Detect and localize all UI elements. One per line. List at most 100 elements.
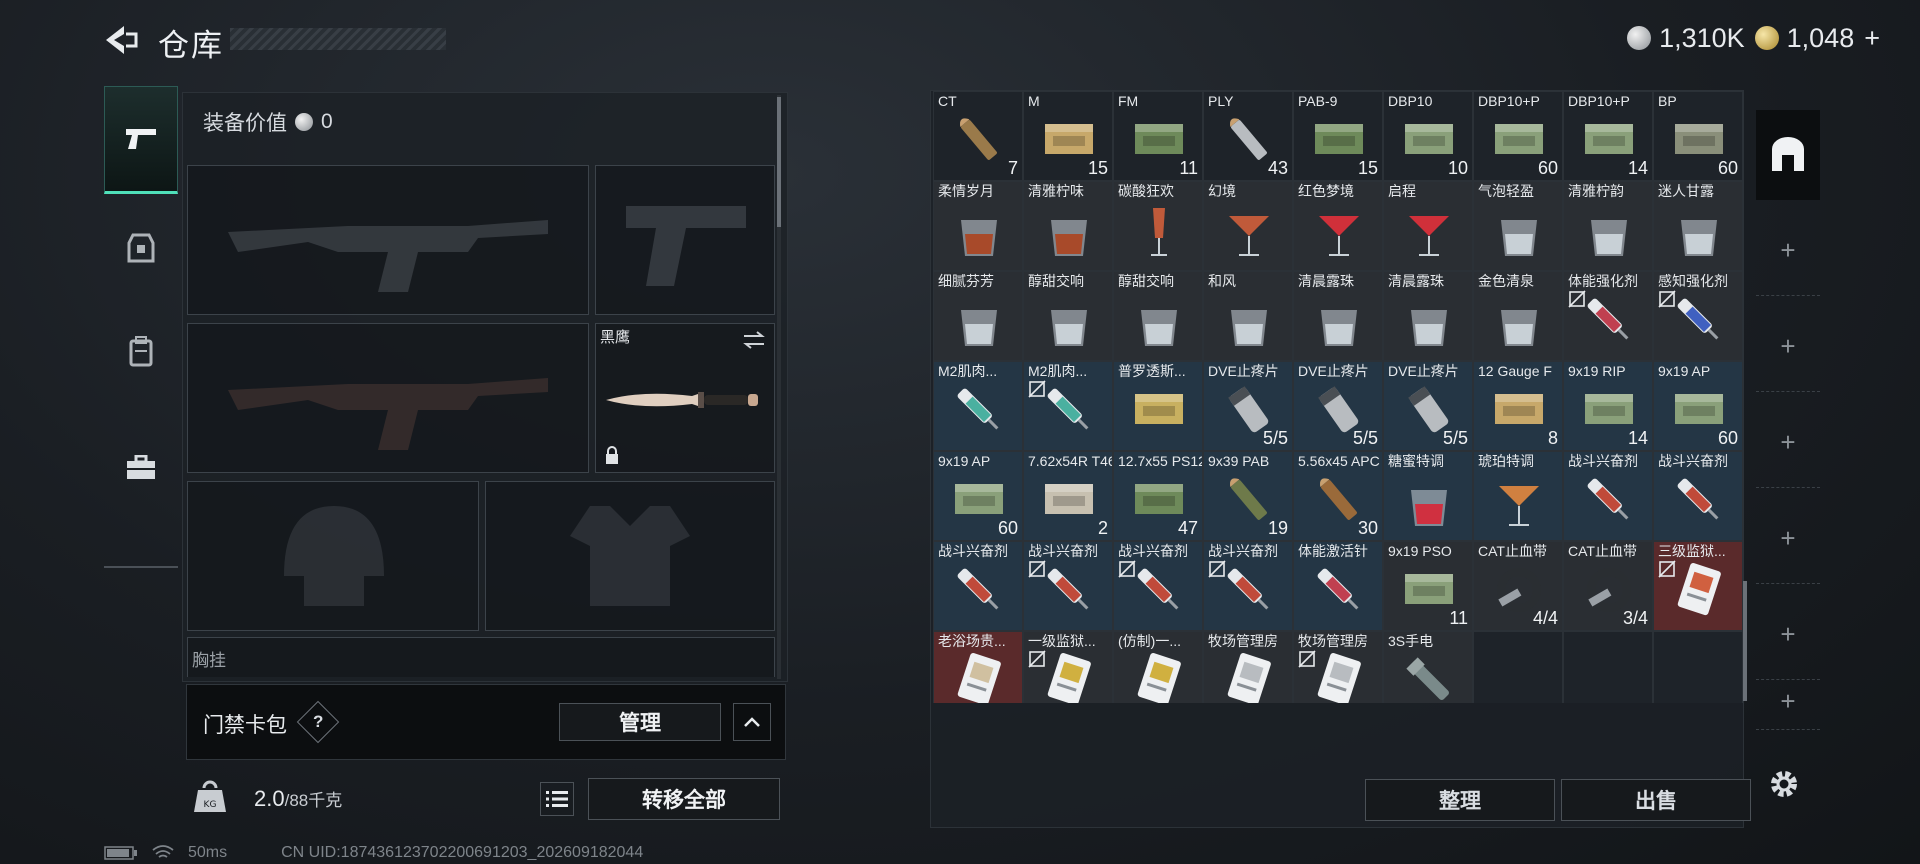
stash-item[interactable]: 9x19 RIP 14 [1563,361,1653,451]
stash-item[interactable]: 12.7x55 PS12A 47 [1113,451,1203,541]
stash-item[interactable]: FM 11 [1113,91,1203,181]
stash-item[interactable]: 12 Gauge F 8 [1473,361,1563,451]
manage-button[interactable]: 管理 [559,703,721,741]
stash-item[interactable]: 战斗兴奋剂 [1563,451,1653,541]
stash-item[interactable]: DBP10+P 60 [1473,91,1563,181]
list-view-button[interactable] [540,782,574,816]
stash-item[interactable]: 清雅柠韵 [1563,181,1653,271]
stash-item[interactable]: DBP10 10 [1383,91,1473,181]
stash-item[interactable]: DBP10+P 14 [1563,91,1653,181]
stash-item[interactable]: 琥珀特调 [1473,451,1563,541]
stash-item[interactable]: 清晨露珠 [1383,271,1473,361]
stash-item[interactable]: 柔情岁月 [933,181,1023,271]
stash-item[interactable]: 迷人甘露 [1653,181,1743,271]
melee-slot[interactable]: 黑鹰 [595,323,775,473]
stash-item[interactable]: 醇甜交响 [1113,271,1203,361]
armor-slot[interactable] [485,481,775,631]
stash-tab-add-5[interactable]: + [1756,590,1820,680]
stash-item[interactable]: 启程 [1383,181,1473,271]
briefcase-icon [127,455,155,479]
swap-icon[interactable] [742,330,766,350]
stash-item[interactable]: 9x19 AP 60 [1653,361,1743,451]
stash-item[interactable]: DVE止疼片 5/5 [1293,361,1383,451]
stash-item[interactable]: 7.62x54R T46M 2 [1023,451,1113,541]
help-button[interactable]: ? [296,700,340,744]
silver-currency: 1,310K [1627,23,1745,54]
stash-item[interactable]: 战斗兴奋剂 [1653,451,1743,541]
weapon-tab[interactable] [104,86,178,194]
settings-gear-icon[interactable] [1766,766,1802,802]
stash-item[interactable]: 9x19 AP 60 [933,451,1023,541]
stash-item[interactable]: PLY 43 [1203,91,1293,181]
stash-item[interactable]: 9x39 PAB 19 [1203,451,1293,541]
stash-item[interactable]: 感知强化剂 [1653,271,1743,361]
sort-button[interactable]: 整理 [1365,779,1555,821]
stash-item[interactable]: 9x19 PSO 11 [1383,541,1473,631]
stash-item[interactable]: 清晨露珠 [1293,271,1383,361]
stash-item[interactable]: 5.56x45 APC 30 [1293,451,1383,541]
back-arrow-icon[interactable] [100,22,140,58]
stash-tab-add-4[interactable]: + [1756,494,1820,584]
stash-item[interactable]: 幻境 [1203,181,1293,271]
stash-item[interactable]: 碳酸狂欢 [1113,181,1203,271]
stash-tab-add-1[interactable]: + [1756,206,1820,296]
sell-button[interactable]: 出售 [1561,779,1751,821]
stash-item[interactable]: M2肌肉... [933,361,1023,451]
stash-item[interactable]: 战斗兴奋剂 [933,541,1023,631]
stash-item[interactable]: 体能激活针 [1293,541,1383,631]
stash-item[interactable]: DVE止疼片 5/5 [1203,361,1293,451]
stash-item[interactable]: CT 7 [933,91,1023,181]
stash-tab-add-2[interactable]: + [1756,302,1820,392]
secondary-weapon-slot[interactable] [187,323,589,473]
stash-item[interactable]: 普罗透斯... [1113,361,1203,451]
stash-scrollbar-thumb[interactable] [1743,581,1747,701]
helmet-slot[interactable] [187,481,479,631]
stash-tab-main[interactable] [1756,110,1820,200]
stash-item[interactable]: 金色清泉 [1473,271,1563,361]
add-currency-button[interactable]: + [1864,23,1880,54]
stash-item[interactable]: PAB-9 15 [1293,91,1383,181]
stash-item-name: 碳酸狂欢 [1118,183,1174,199]
helmet-tab[interactable] [104,204,178,294]
stash-item[interactable]: 牧场管理房 [1203,631,1293,703]
syringe-icon [1047,568,1089,610]
stash-item[interactable]: 体能强化剂 [1563,271,1653,361]
stash-item[interactable]: CAT止血带 3/4 [1563,541,1653,631]
case-tab[interactable] [104,408,178,528]
rig-tab[interactable] [104,306,178,396]
stash-item-name: 12 Gauge F [1478,363,1552,379]
primary-weapon-slot[interactable] [187,165,589,315]
stash-item[interactable]: 清雅柠味 [1023,181,1113,271]
stash-item[interactable]: 战斗兴奋剂 [1203,541,1293,631]
stash-item[interactable]: 糖蜜特调 [1383,451,1473,541]
stash-item[interactable]: 老浴场贵... [933,631,1023,703]
collapse-button[interactable] [733,703,771,741]
stash-item[interactable]: DVE止疼片 5/5 [1383,361,1473,451]
loadout-scrollbar-thumb[interactable] [777,97,781,227]
stash-item[interactable]: 一级监狱... [1023,631,1113,703]
stash-item[interactable]: 气泡轻盈 [1473,181,1563,271]
stash-item[interactable]: BP 60 [1653,91,1743,181]
stash-item-name: CAT止血带 [1478,543,1547,559]
stash-tab-add-3[interactable]: + [1756,398,1820,488]
stash-item[interactable]: 牧场管理房 [1293,631,1383,703]
stash-item[interactable]: 三级监狱... [1653,541,1743,631]
stash-item[interactable]: M 15 [1023,91,1113,181]
transfer-all-button[interactable]: 转移全部 [588,778,780,820]
stash-item[interactable]: 细腻芬芳 [933,271,1023,361]
chest-rig-slot[interactable]: 胸挂 [187,637,775,677]
stash-grid: CT 7 M 15 FM 11 PLY 43 PAB-9 15 DBP10 10 DBP10+P 60 DB… [933,91,1743,703]
stash-item[interactable]: 红色梦境 [1293,181,1383,271]
pistol-slot[interactable] [595,165,775,315]
stash-item[interactable]: 3S手电 [1383,631,1473,703]
stash-item[interactable]: CAT止血带 4/4 [1473,541,1563,631]
stash-tab-add-6[interactable]: + [1756,686,1820,730]
stash-item[interactable]: 战斗兴奋剂 [1113,541,1203,631]
stash-item[interactable]: 醇甜交响 [1023,271,1113,361]
stash-item[interactable]: 战斗兴奋剂 [1023,541,1113,631]
stash-item-count: 3/4 [1622,608,1648,628]
stash-item[interactable]: 和风 [1203,271,1293,361]
stash-item[interactable]: M2肌肉... [1023,361,1113,451]
gold-currency[interactable]: 1,048 + [1754,23,1880,54]
stash-item[interactable]: (仿制)一... [1113,631,1203,703]
